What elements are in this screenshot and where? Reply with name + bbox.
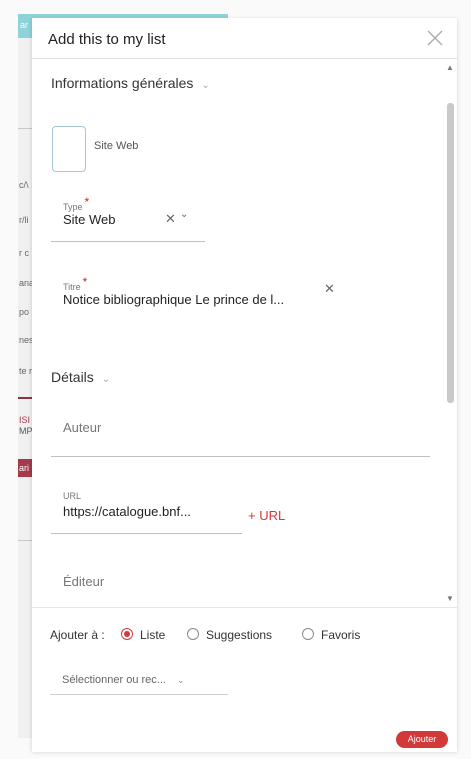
scrollbar[interactable]: ▲ ▼ bbox=[445, 63, 455, 603]
submit-button[interactable]: Ajouter bbox=[396, 731, 448, 748]
select-underline bbox=[50, 694, 228, 695]
author-input[interactable]: Auteur bbox=[63, 420, 101, 435]
title-label: Titre * bbox=[63, 275, 87, 293]
background-fragment: te r bbox=[19, 366, 33, 376]
list-select[interactable]: Sélectionner ou rec... ⌄ bbox=[62, 674, 185, 686]
background-fragment: r/li bbox=[19, 215, 29, 225]
radio-suggestions[interactable] bbox=[187, 628, 199, 640]
general-section-header[interactable]: Informations générales ⌄ bbox=[51, 75, 210, 91]
author-underline bbox=[51, 456, 430, 457]
title-label-text: Titre bbox=[63, 282, 81, 292]
add-to-list-modal: Add this to my list Informations général… bbox=[32, 18, 457, 752]
required-marker: * bbox=[82, 275, 88, 289]
chevron-down-icon: ⌄ bbox=[177, 675, 185, 685]
type-select[interactable]: Site Web bbox=[63, 212, 116, 227]
background-fragment: ISI bbox=[19, 415, 31, 425]
add-to-label: Ajouter à : bbox=[50, 628, 105, 642]
radio-favoris[interactable] bbox=[302, 628, 314, 640]
modal-header: Add this to my list bbox=[32, 18, 457, 59]
modal-footer: Ajouter à : Liste Suggestions Favoris Sé… bbox=[32, 607, 457, 752]
scrollbar-thumb[interactable] bbox=[447, 103, 454, 403]
modal-body: Informations générales ⌄ Site Web Type * S… bbox=[32, 59, 457, 607]
url-input[interactable]: https://catalogue.bnf... bbox=[63, 504, 191, 519]
close-icon[interactable] bbox=[425, 28, 445, 48]
type-label: Type * bbox=[63, 195, 89, 213]
url-label: URL bbox=[63, 491, 82, 501]
background-fragment: c/\ bbox=[19, 180, 29, 190]
chevron-down-icon: ⌄ bbox=[101, 374, 111, 385]
list-select-value: Sélectionner ou rec... bbox=[62, 674, 166, 686]
thumbnail-label: Site Web bbox=[94, 140, 139, 152]
background-fragment: po bbox=[19, 307, 30, 317]
scroll-up-icon[interactable]: ▲ bbox=[446, 63, 454, 72]
radio-liste-label[interactable]: Liste bbox=[140, 628, 165, 642]
background-fragment: ar bbox=[20, 20, 29, 30]
general-section-title: Informations générales bbox=[51, 75, 194, 91]
publisher-input[interactable]: Éditeur bbox=[63, 574, 104, 589]
details-section-title: Détails bbox=[51, 369, 94, 385]
resource-thumbnail bbox=[52, 126, 86, 172]
type-underline bbox=[51, 241, 205, 242]
clear-icon[interactable]: ✕ bbox=[324, 281, 335, 297]
radio-liste[interactable] bbox=[121, 628, 133, 640]
chevron-down-icon: ⌄ bbox=[201, 80, 210, 91]
type-label-text: Type bbox=[63, 202, 83, 212]
clear-icon[interactable]: ✕ bbox=[165, 211, 176, 227]
required-marker: * bbox=[84, 195, 90, 209]
background-fragment: r c bbox=[19, 248, 29, 258]
radio-favoris-label[interactable]: Favoris bbox=[321, 628, 360, 642]
url-underline bbox=[51, 533, 242, 534]
modal-title: Add this to my list bbox=[48, 31, 166, 48]
details-section-header[interactable]: Détails ⌄ bbox=[51, 369, 110, 385]
chevron-down-icon[interactable]: ⌄ bbox=[180, 209, 188, 220]
radio-suggestions-label[interactable]: Suggestions bbox=[206, 628, 272, 642]
title-input[interactable]: Notice bibliographique Le prince de l... bbox=[63, 292, 284, 307]
add-url-button[interactable]: + URL bbox=[248, 508, 285, 523]
scroll-down-icon[interactable]: ▼ bbox=[446, 594, 454, 603]
background-fragment: ari bbox=[19, 463, 30, 473]
